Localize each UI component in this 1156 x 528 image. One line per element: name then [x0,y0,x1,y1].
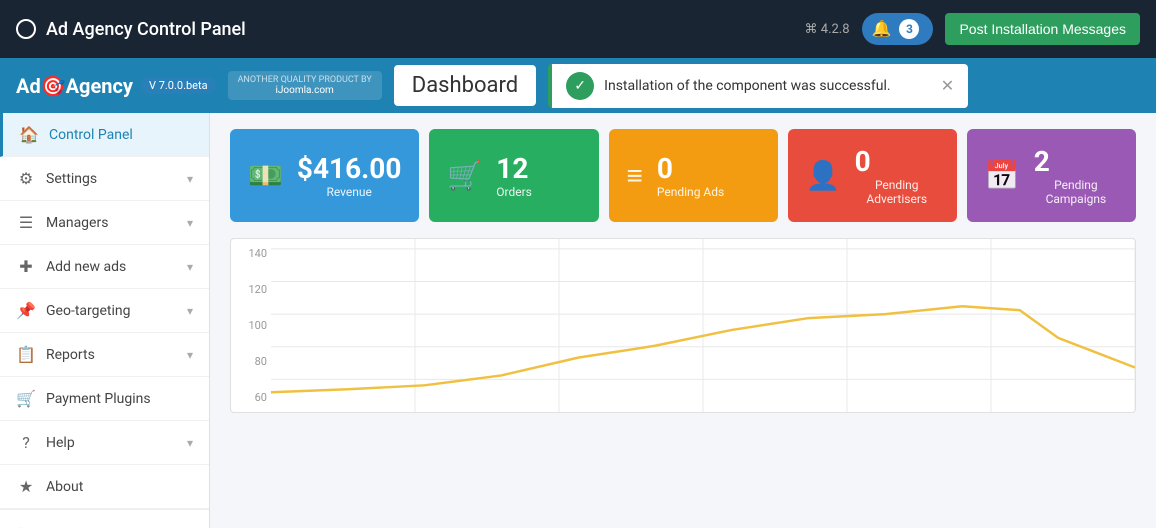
sidebar: 🏠 Control Panel ⚙ Settings ▾ ☰ Managers … [0,113,210,528]
y-label-60: 60 [235,391,267,404]
success-notification: ✓ Installation of the component was succ… [548,64,968,108]
revenue-label: Revenue [297,185,402,199]
stat-card-pending-advertisers: 👤 0 Pending Advertisers [788,129,957,222]
sidebar-label-add-new-ads: Add new ads [46,259,126,275]
sidebar-item-reports[interactable]: 📋 Reports ▾ [0,333,209,377]
sidebar-label-settings: Settings [46,171,97,187]
top-bar-right: ⌘ 4.2.8 🔔 3 Post Installation Messages [805,13,1140,45]
about-icon: ★ [16,477,36,496]
pending-advertisers-info: 0 Pending Advertisers [855,145,939,206]
stat-card-orders: 🛒 12 Orders [429,129,598,222]
orders-info: 12 Orders [496,152,532,199]
y-label-140: 140 [235,247,267,260]
sidebar-label-geo-targeting: Geo-targeting [46,303,131,319]
notification-button[interactable]: 🔔 3 [862,13,934,45]
chart-svg [271,239,1135,412]
bell-icon: 🔔 [872,19,892,39]
brand-icon: 🎯 [41,74,66,98]
chart-y-labels: 140 120 100 80 60 [231,239,271,412]
managers-icon: ☰ [16,213,36,232]
chart-area: 140 120 100 80 60 [230,238,1136,413]
main-layout: 🏠 Control Panel ⚙ Settings ▾ ☰ Managers … [0,113,1156,528]
sidebar-label-payment-plugins: Payment Plugins [46,391,151,407]
ijoomla-line2: iJoomla.com [275,85,333,96]
pending-campaigns-info: 2 Pending Campaigns [1034,145,1118,206]
sidebar-item-help[interactable]: ? Help ▾ [0,421,209,465]
brand-part2: Agency [66,74,133,98]
nav-bar: Ad🎯Agency V 7.0.0.beta ANOTHER QUALITY P… [0,58,1156,113]
reports-icon: 📋 [16,345,36,364]
pending-campaigns-label: Pending Campaigns [1034,178,1118,206]
pending-advertisers-label: Pending Advertisers [855,178,939,206]
geo-icon: 📌 [16,301,36,320]
dashboard-heading: Dashboard [394,65,536,106]
y-label-120: 120 [235,283,267,296]
pending-campaigns-value: 2 [1034,145,1118,178]
sidebar-label-help: Help [46,435,75,451]
brand-name: Ad🎯Agency [16,74,133,98]
stat-card-pending-campaigns: 📅 2 Pending Campaigns [967,129,1136,222]
sidebar-item-control-panel[interactable]: 🏠 Control Panel [0,113,209,157]
logo-circle [16,19,36,39]
sidebar-item-add-new-ads[interactable]: ✚ Add new ads ▾ [0,245,209,289]
home-icon: 🏠 [19,125,39,144]
sidebar-item-about[interactable]: ★ About [0,465,209,509]
stat-card-revenue: 💵 $416.00 Revenue [230,129,419,222]
chevron-down-icon: ▾ [187,260,193,274]
pending-advertisers-value: 0 [855,145,939,178]
sidebar-item-geo-targeting[interactable]: 📌 Geo-targeting ▾ [0,289,209,333]
sidebar-label-control-panel: Control Panel [49,127,133,143]
success-message: Installation of the component was succes… [604,78,931,94]
sidebar-item-payment-plugins[interactable]: 🛒 Payment Plugins [0,377,209,421]
settings-icon: ⚙ [16,169,36,188]
version-tag: V 7.0.0.beta [141,77,216,94]
top-bar-left: Ad Agency Control Panel [16,19,246,40]
close-notification-button[interactable]: ✕ [941,76,954,95]
chevron-down-icon: ▾ [187,304,193,318]
orders-label: Orders [496,185,532,199]
y-label-80: 80 [235,355,267,368]
pending-ads-icon: ≡ [627,159,643,192]
post-install-button[interactable]: Post Installation Messages [945,13,1140,45]
add-icon: ✚ [16,257,36,276]
pending-ads-value: 0 [657,152,724,185]
app-title: Ad Agency Control Panel [46,19,246,40]
pending-campaigns-icon: 📅 [985,159,1020,192]
content-area: 💵 $416.00 Revenue 🛒 12 Orders ≡ 0 Pendin… [210,113,1156,528]
ijoomla-line1: ANOTHER QUALITY PRODUCT BY [238,75,372,85]
revenue-value: $416.00 [297,152,402,185]
orders-value: 12 [496,152,532,185]
chevron-down-icon: ▾ [187,172,193,186]
success-icon: ✓ [566,72,594,100]
sidebar-item-managers[interactable]: ☰ Managers ▾ [0,201,209,245]
revenue-icon: 💵 [248,159,283,192]
stat-card-pending-ads: ≡ 0 Pending Ads [609,129,778,222]
pending-ads-label: Pending Ads [657,185,724,199]
brand-part1: Ad [16,74,41,98]
sidebar-label-about: About [46,479,83,495]
pending-advertisers-icon: 👤 [806,159,841,192]
ijoomla-badge: ANOTHER QUALITY PRODUCT BY iJoomla.com [228,71,382,100]
sidebar-label-reports: Reports [46,347,95,363]
chevron-down-icon: ▾ [187,216,193,230]
revenue-info: $416.00 Revenue [297,152,402,199]
help-icon: ? [16,433,36,452]
chart-grid [271,239,1135,412]
notification-count: 3 [899,19,919,39]
payment-icon: 🛒 [16,389,36,408]
y-label-100: 100 [235,319,267,332]
stats-row: 💵 $416.00 Revenue 🛒 12 Orders ≡ 0 Pendin… [230,129,1136,222]
chevron-down-icon: ▾ [187,436,193,450]
sidebar-label-managers: Managers [46,215,108,231]
top-bar: Ad Agency Control Panel ⌘ 4.2.8 🔔 3 Post… [0,0,1156,58]
sidebar-item-settings[interactable]: ⚙ Settings ▾ [0,157,209,201]
brand-logo: Ad🎯Agency V 7.0.0.beta [16,74,216,98]
orders-icon: 🛒 [447,159,482,192]
chevron-down-icon: ▾ [187,348,193,362]
version-badge: ⌘ 4.2.8 [805,22,850,37]
sidebar-collapse-button[interactable]: « [0,509,209,528]
pending-ads-info: 0 Pending Ads [657,152,724,199]
